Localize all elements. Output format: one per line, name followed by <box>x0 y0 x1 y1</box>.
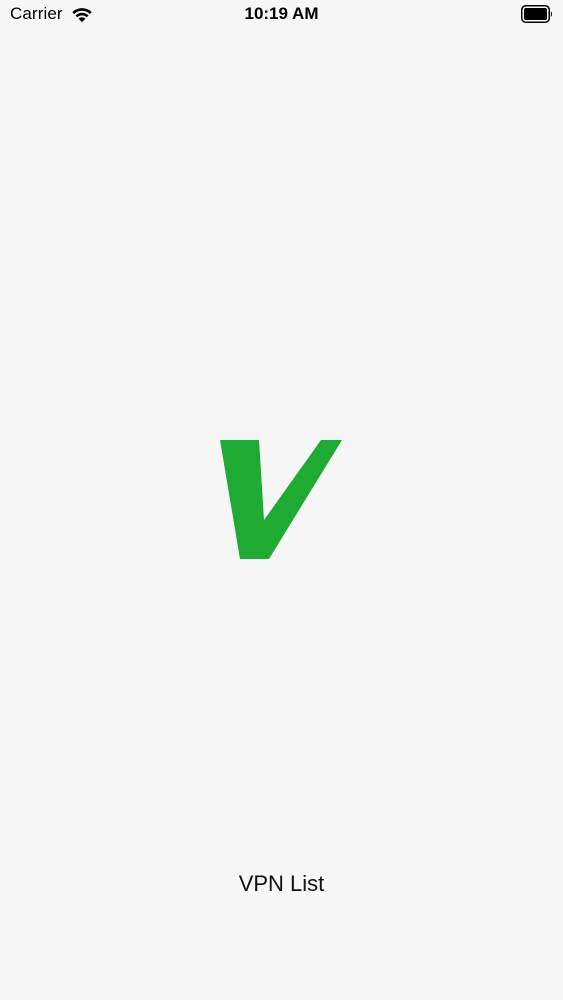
app-name-label: VPN List <box>238 871 325 896</box>
splash-screen: Carrier 10:19 AM VPN List <box>0 0 563 1000</box>
status-bar: Carrier 10:19 AM <box>0 0 563 30</box>
battery-icon <box>521 5 553 23</box>
status-time: 10:19 AM <box>244 4 319 23</box>
v-logo-icon <box>218 438 346 562</box>
